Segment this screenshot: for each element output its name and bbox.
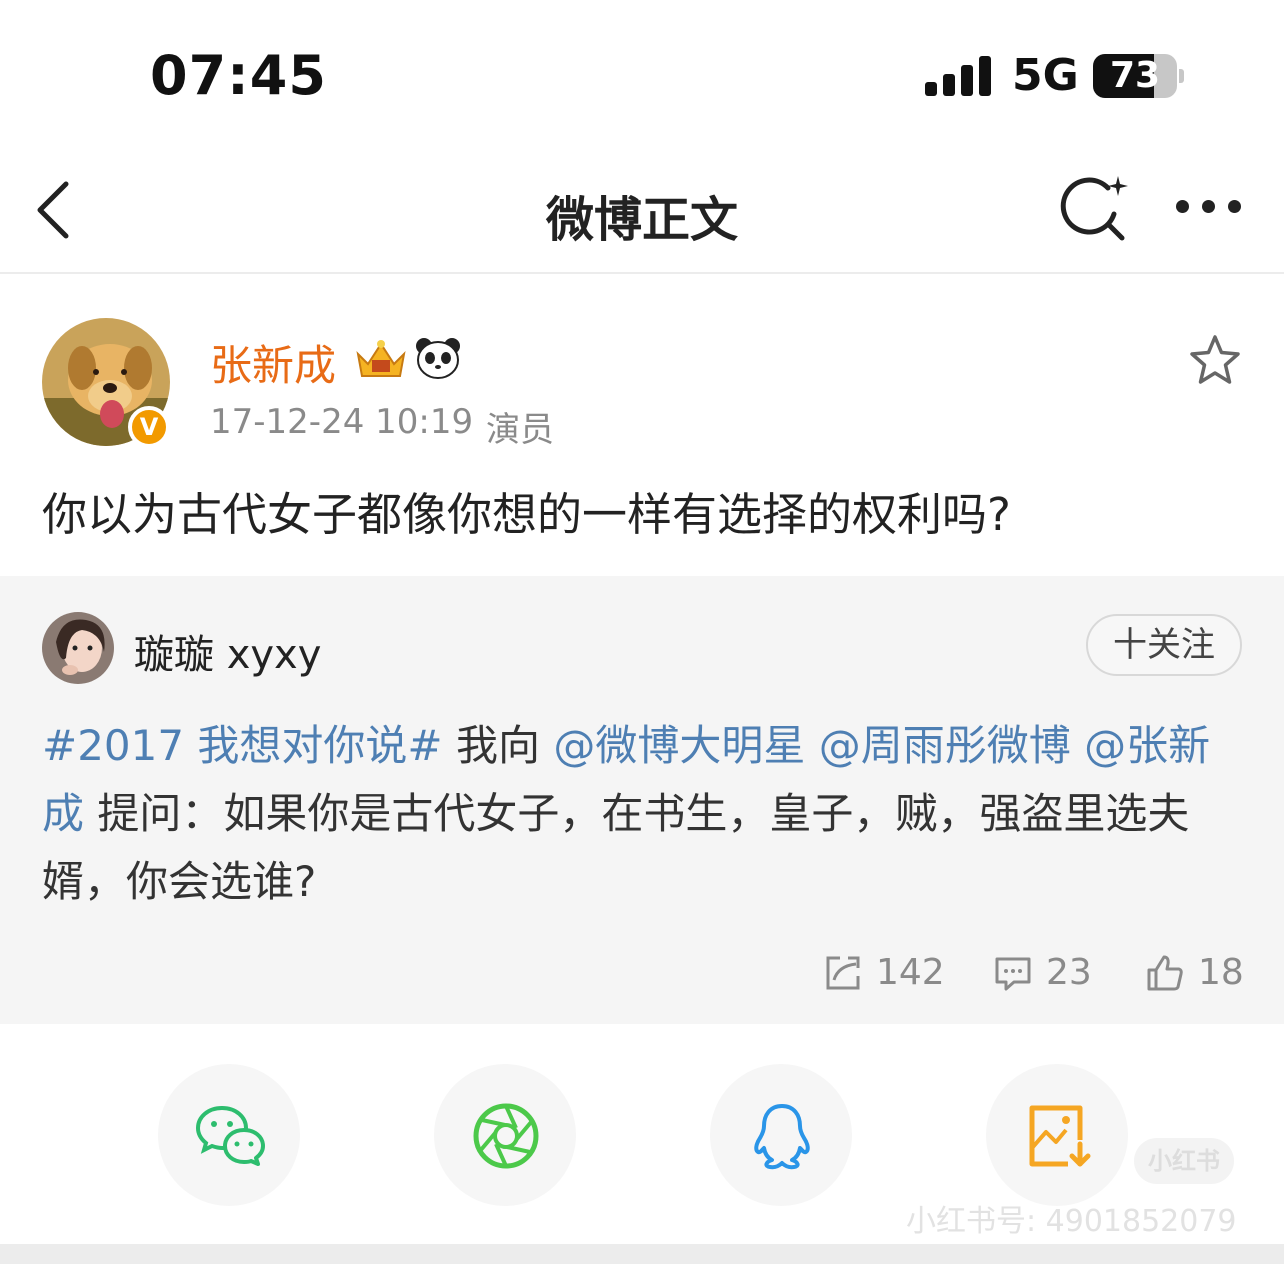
battery-level: 73 <box>1109 55 1161 96</box>
wechat-icon <box>195 1106 265 1166</box>
save-image-icon <box>1029 1105 1091 1167</box>
save-image-button[interactable] <box>986 1064 1128 1206</box>
star-icon[interactable] <box>1186 332 1244 390</box>
repost-author-name[interactable]: 璇璇 xyxy <box>134 622 321 680</box>
battery-icon: 73 <box>1093 54 1184 98</box>
panda-icon <box>414 336 462 380</box>
repost-author-avatar[interactable] <box>42 612 114 684</box>
network-type: 5G <box>1012 50 1079 101</box>
share-moments-button[interactable] <box>434 1064 576 1206</box>
comment-count: 23 <box>1046 952 1092 993</box>
nav-bar: 微博正文 <box>0 150 1284 274</box>
like-action[interactable]: 18 <box>1146 952 1246 996</box>
comment-action[interactable]: 23 <box>994 952 1094 996</box>
post-source: 演员 <box>486 410 554 450</box>
status-bar: 07:45 5G 73 <box>0 0 1284 150</box>
search-icon[interactable] <box>1058 174 1132 244</box>
status-time: 07:45 <box>150 44 327 107</box>
bottom-strip <box>0 1244 1284 1264</box>
more-icon[interactable] <box>1170 182 1246 232</box>
post-timestamp: 17-12-24 10:19 <box>210 402 474 442</box>
repost-count: 142 <box>876 952 945 993</box>
watermark-text: 小红书号: 4901852079 <box>906 1204 1237 1239</box>
repost-text-part1: 我向 <box>442 721 554 770</box>
thumbs-up-icon <box>1147 955 1183 991</box>
post-text: 你以为古代女子都像你想的一样有选择的权利吗? <box>42 488 1011 541</box>
repost-text-part2: 提问：如果你是古代女子，在书生，皇子，贼，强盗里选夫婿，你会选谁? <box>42 789 1190 906</box>
hashtag-link[interactable]: #2017 我想对你说# <box>42 721 443 770</box>
repost-text: #2017 我想对你说# 我向 @微博大明星 @周雨彤微博 @张新成 提问：如果… <box>42 712 1242 916</box>
mention-link[interactable]: @微博大明星 <box>553 721 805 770</box>
comment-icon <box>995 957 1031 991</box>
qq-icon <box>754 1104 810 1170</box>
moments-icon <box>473 1103 539 1169</box>
crown-badge-icon <box>352 336 410 382</box>
signal-icon <box>925 56 991 96</box>
author-name[interactable]: 张新成 <box>210 332 336 393</box>
share-qq-button[interactable] <box>710 1064 852 1206</box>
share-wechat-button[interactable] <box>158 1064 300 1206</box>
follow-button[interactable]: 十关注 <box>1086 614 1242 676</box>
repost-action[interactable]: 142 <box>824 952 945 996</box>
like-count: 18 <box>1198 952 1244 993</box>
repost-icon <box>826 956 860 990</box>
mention-link[interactable]: @周雨彤微博 <box>819 721 1071 770</box>
verified-badge: V <box>128 406 170 448</box>
watermark-badge: 小红书 <box>1134 1138 1234 1184</box>
repost-card[interactable]: 璇璇 xyxy 十关注 #2017 我想对你说# 我向 @微博大明星 @周雨彤微… <box>0 576 1284 1024</box>
